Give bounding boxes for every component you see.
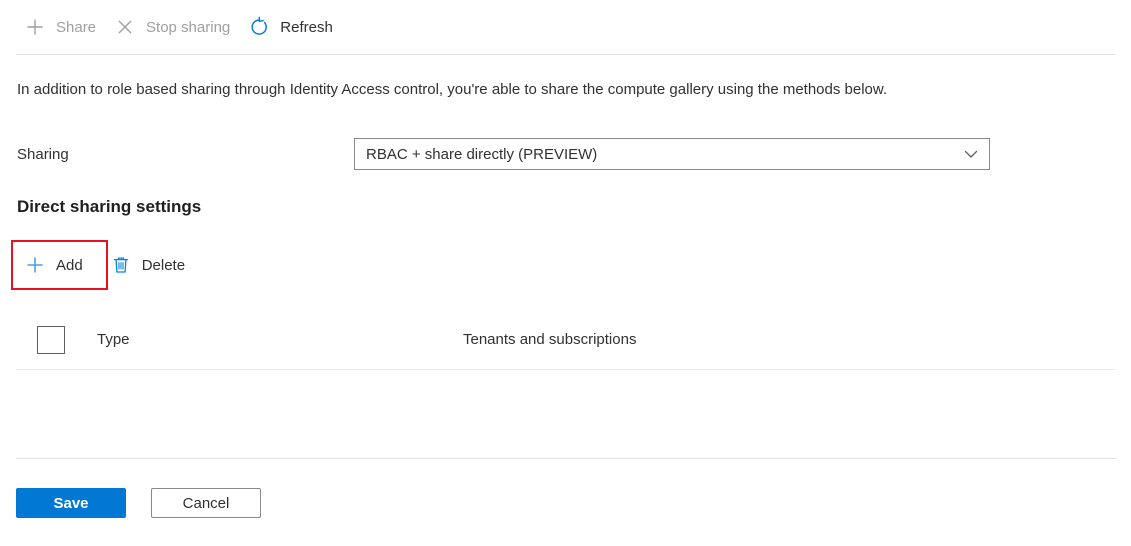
- delete-button-label: Delete: [141, 256, 186, 274]
- add-button-label: Add: [56, 256, 83, 274]
- footer-divider: [16, 458, 1115, 459]
- trash-icon: [109, 253, 133, 277]
- plus-icon: [22, 14, 48, 40]
- refresh-button-label: Refresh: [280, 18, 333, 36]
- column-header-tenants-and-subscriptions[interactable]: Tenants and subscriptions: [463, 331, 863, 348]
- page-title: Direct sharing settings: [17, 197, 202, 216]
- stop-sharing-button[interactable]: Stop sharing: [106, 7, 240, 47]
- save-button[interactable]: Save: [16, 488, 126, 518]
- table-body-empty: [16, 370, 1115, 450]
- direct-sharing-table: Type Tenants and subscriptions: [16, 310, 1115, 450]
- share-button[interactable]: Share: [16, 7, 106, 47]
- delete-button[interactable]: Delete: [97, 240, 199, 290]
- share-settings-page: Share Stop sharing Refresh In addition t…: [0, 0, 1131, 546]
- refresh-icon: [246, 14, 272, 40]
- sharing-label: Sharing: [17, 146, 69, 163]
- direct-sharing-toolbar: Add Delete: [11, 240, 199, 290]
- add-button[interactable]: Add: [11, 240, 97, 290]
- command-bar: Share Stop sharing Refresh: [16, 0, 1115, 55]
- refresh-button[interactable]: Refresh: [240, 7, 343, 47]
- sharing-dropdown[interactable]: RBAC + share directly (PREVIEW): [354, 138, 990, 170]
- stop-sharing-button-label: Stop sharing: [146, 18, 231, 36]
- plus-icon: [23, 253, 47, 277]
- table-header-row: Type Tenants and subscriptions: [16, 310, 1115, 370]
- cancel-button[interactable]: Cancel: [151, 488, 261, 518]
- share-button-label: Share: [56, 18, 97, 36]
- chevron-down-icon: [961, 144, 981, 164]
- select-all-checkbox[interactable]: [37, 325, 65, 354]
- select-all-cell: [16, 325, 97, 354]
- sharing-dropdown-value: RBAC + share directly (PREVIEW): [366, 146, 598, 162]
- description-text: In addition to role based sharing throug…: [17, 81, 888, 98]
- close-x-icon: [112, 14, 138, 40]
- column-header-type[interactable]: Type: [97, 331, 463, 348]
- footer-actions: Save Cancel: [16, 488, 261, 518]
